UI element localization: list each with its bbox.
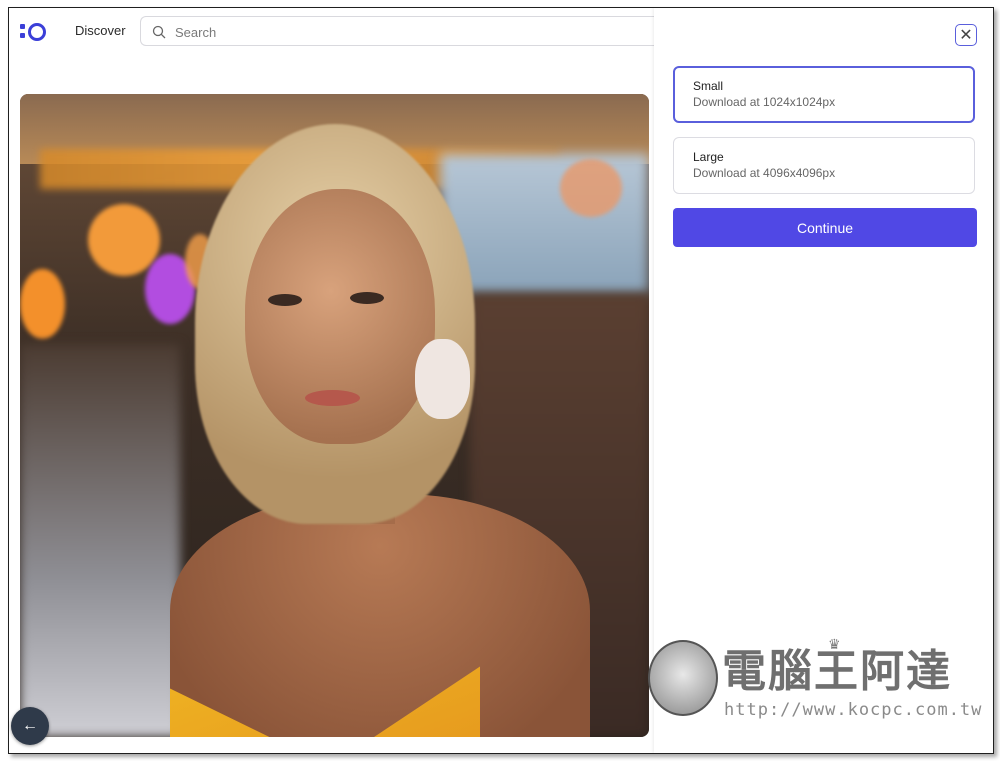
watermark-name: 電腦王阿達 (722, 646, 952, 697)
option-title: Small (693, 79, 724, 93)
watermark-url: http://www.kocpc.com.tw (724, 700, 983, 720)
option-description: Download at 4096x4096px (693, 166, 836, 180)
close-button[interactable]: ✕ (955, 24, 977, 46)
watermark: ♛ 電腦王阿達 http://www.kocpc.com.tw (648, 636, 981, 726)
download-option-small[interactable]: Small Download at 1024x1024px (673, 66, 975, 123)
search-input[interactable] (173, 22, 637, 42)
option-title: Large (693, 150, 724, 164)
search-bar[interactable] (140, 16, 660, 46)
close-icon: ✕ (959, 27, 973, 44)
generated-image (20, 94, 649, 737)
download-option-large[interactable]: Large Download at 4096x4096px (673, 137, 975, 194)
option-description: Download at 1024x1024px (693, 95, 836, 109)
back-button[interactable]: ← (11, 707, 49, 745)
search-icon (152, 25, 166, 39)
logo-icon[interactable] (20, 23, 50, 41)
arrow-left-icon: ← (22, 717, 38, 734)
nav-discover[interactable]: Discover (75, 23, 126, 38)
continue-button[interactable]: Continue (673, 208, 977, 247)
mascot-logo (648, 640, 718, 716)
